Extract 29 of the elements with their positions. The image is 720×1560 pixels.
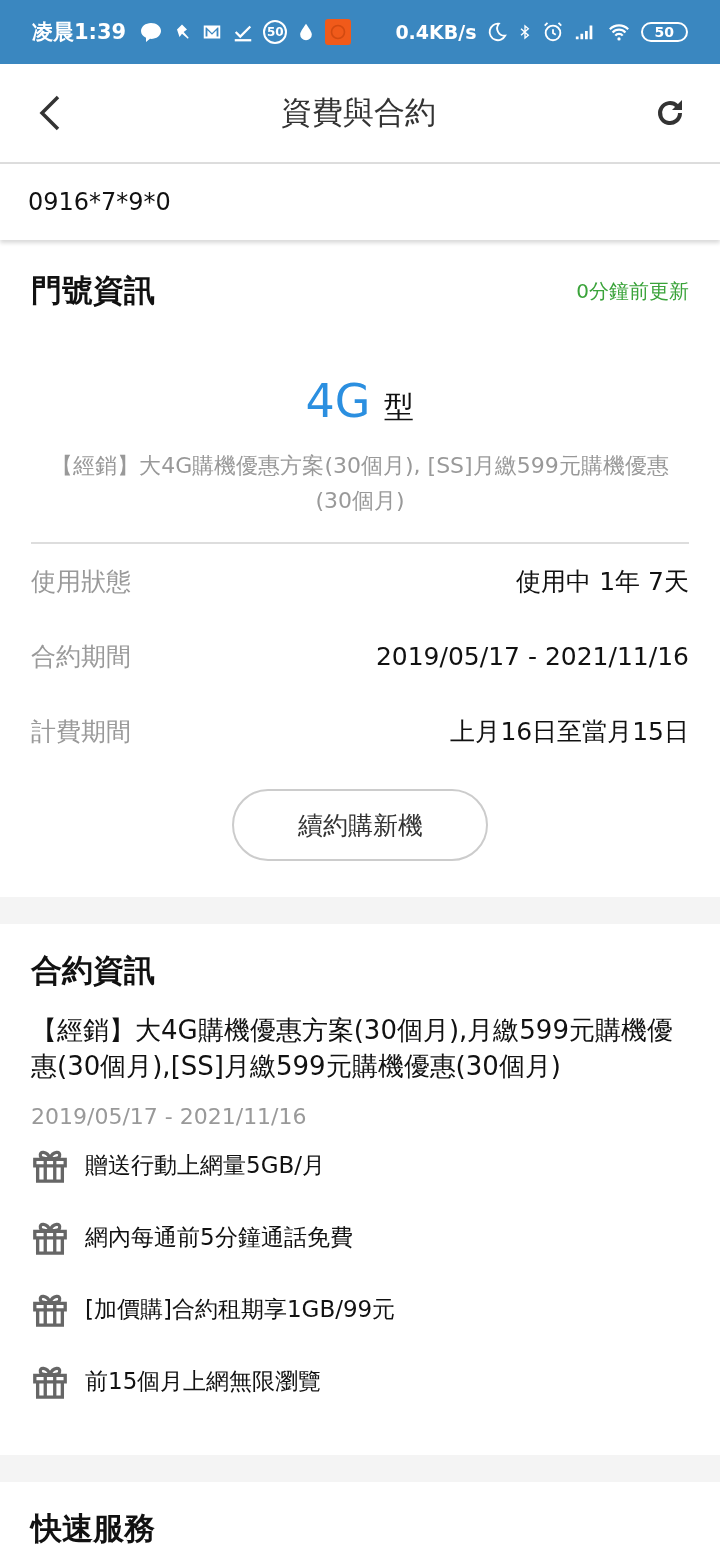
benefit-text: [加價購]合約租期享1GB/99元 bbox=[85, 1294, 396, 1324]
benefit-text: 網內每通前5分鐘通話免費 bbox=[85, 1222, 353, 1252]
info-value: 2019/05/17 - 2021/11/16 bbox=[375, 642, 689, 671]
info-value: 使用中 1年 7天 bbox=[516, 566, 689, 598]
status-time: 凌晨1:39 bbox=[32, 19, 127, 46]
network-type: 4G bbox=[305, 374, 371, 428]
status-badge: 50 bbox=[263, 20, 288, 44]
network-suffix: 型 bbox=[384, 388, 415, 426]
network-speed: 0.4KB/s bbox=[395, 21, 477, 43]
info-label: 合約期間 bbox=[31, 641, 131, 673]
update-time: 0分鐘前更新 bbox=[576, 277, 689, 305]
battery-indicator: 50 bbox=[640, 22, 688, 42]
chat-bubble-icon bbox=[139, 20, 164, 44]
info-label: 使用狀態 bbox=[31, 566, 131, 598]
contract-description: 【經銷】大4G購機優惠方案(30個月),月繳599元購機優惠(30個月),[SS]月繳599元購機優惠(30個月) bbox=[31, 1014, 674, 1083]
plan-name: 【經銷】大4G購機優惠方案(30個月), [SS]月繳599元購機優惠(30個月) bbox=[50, 452, 670, 515]
contract-period: 2019/05/17 - 2021/11/16 bbox=[31, 1104, 308, 1129]
benefit-text: 贈送行動上網量5GB/月 bbox=[85, 1150, 325, 1180]
info-label: 計費期間 bbox=[31, 716, 131, 748]
app-icon bbox=[325, 19, 352, 45]
section-title: 快速服務 bbox=[31, 1510, 155, 1546]
page-title: 資費與合約 bbox=[279, 93, 437, 132]
benefit-text: 前15個月上網無限瀏覽 bbox=[85, 1366, 322, 1396]
phone-number: 0916*7*9*0 bbox=[28, 188, 171, 216]
renew-button[interactable]: 續約購新機 bbox=[232, 789, 488, 861]
back-icon[interactable] bbox=[38, 95, 62, 131]
section-title: 門號資訊 bbox=[31, 271, 155, 310]
section-title: 合約資訊 bbox=[31, 951, 156, 990]
info-value: 上月16日至當月15日 bbox=[450, 716, 689, 748]
